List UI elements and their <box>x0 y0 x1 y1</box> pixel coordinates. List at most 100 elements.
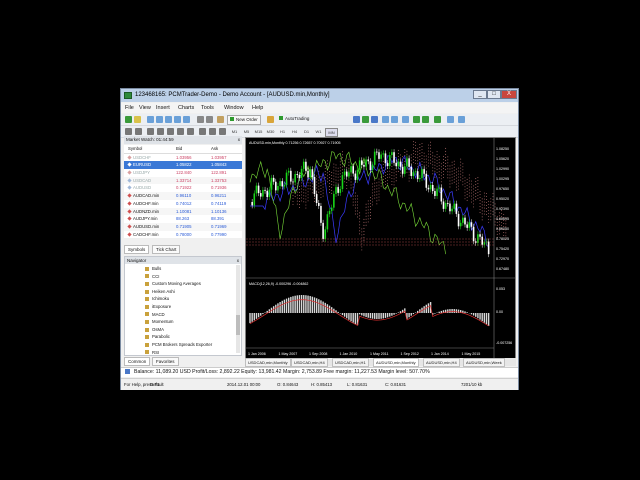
chart-canvas[interactable]: AUDUSD.min,Monthly 0.71256 0.72657 0.709… <box>246 138 515 358</box>
menu-help[interactable]: Help <box>252 105 263 111</box>
navigator-item[interactable]: RSI <box>145 350 159 355</box>
templates-icon[interactable] <box>458 116 465 123</box>
cloud-dot <box>365 212 367 214</box>
line-chart-icon[interactable] <box>371 116 378 123</box>
chart-tab[interactable]: USDCAD,min,Monthly <box>245 358 291 367</box>
new-order-button[interactable]: New Order <box>227 115 261 125</box>
column-header[interactable]: Ask <box>211 145 218 153</box>
data-window-icon[interactable] <box>156 116 163 123</box>
maximize-button[interactable]: □ <box>487 90 501 99</box>
timeframe-mn[interactable]: MN <box>325 128 338 137</box>
options-icon[interactable] <box>206 116 213 123</box>
chart-shift-icon[interactable] <box>422 116 429 123</box>
chart-window[interactable]: AUDUSD.min,Monthly 0.71256 0.72657 0.709… <box>245 137 516 359</box>
tile-windows-icon[interactable] <box>402 116 409 123</box>
scrollbar[interactable] <box>236 265 240 353</box>
cloud-dot <box>365 218 367 220</box>
timeframe-d1[interactable]: D1 <box>301 128 312 135</box>
navigator-item[interactable]: CCI <box>145 274 159 279</box>
fibonacci-icon[interactable] <box>187 128 194 135</box>
menu-file[interactable]: File <box>125 105 134 111</box>
market-watch-row[interactable]: AUDNZD.min 1.10081 1.10136 <box>124 207 242 216</box>
menu-view[interactable]: View <box>139 105 151 111</box>
market-watch-icon[interactable] <box>147 116 154 123</box>
tab-favorites[interactable]: Favorites <box>152 357 179 366</box>
navigator-item[interactable]: Bulls <box>145 266 161 271</box>
timeframe-h4[interactable]: H4 <box>289 128 300 135</box>
close-button[interactable]: X <box>501 90 517 99</box>
market-watch-row[interactable]: AUDUSD 0.71922 0.71936 <box>124 184 242 193</box>
chart-tab[interactable]: USDCAD,min,H4 <box>291 358 328 367</box>
text-icon[interactable] <box>199 128 206 135</box>
cursor-icon[interactable] <box>125 128 132 135</box>
terminal-icon[interactable] <box>174 116 181 123</box>
market-watch-row[interactable]: USDCAD 1.33714 1.33753 <box>124 176 242 185</box>
menu-window[interactable]: Window <box>224 105 244 111</box>
tab-common[interactable]: Common <box>124 357 151 366</box>
vertical-line-icon[interactable] <box>147 128 154 135</box>
new-chart-icon[interactable] <box>125 116 132 123</box>
bar-chart-icon[interactable] <box>353 116 360 123</box>
close-icon[interactable]: x <box>238 136 240 144</box>
trendline-icon[interactable] <box>167 128 174 135</box>
navigator-item[interactable]: Ichimoku <box>145 296 169 301</box>
column-header[interactable]: Symbol <box>128 145 142 153</box>
timeframe-m30[interactable]: M30 <box>265 128 276 135</box>
column-header[interactable]: Bid <box>176 145 182 153</box>
menu-tools[interactable]: Tools <box>201 105 214 111</box>
market-watch-row[interactable]: AUDCHF.min 0.74012 0.74119 <box>124 199 242 208</box>
periods-icon[interactable] <box>447 116 454 123</box>
timeframe-h1[interactable]: H1 <box>277 128 288 135</box>
metaeditor-icon[interactable] <box>217 116 224 123</box>
candlestick-icon[interactable] <box>362 116 369 123</box>
status-profile[interactable]: Default <box>150 379 164 390</box>
timeframe-m5[interactable]: M5 <box>241 128 252 135</box>
crosshair-icon[interactable] <box>135 128 142 135</box>
market-watch-row[interactable]: CADCHF.min 0.78000 0.77990 <box>124 230 242 239</box>
chart-tab-active[interactable]: AUDUSD,min,Monthly <box>373 358 419 367</box>
title-bar[interactable]: 123468165: PCMTrader-Demo - Demo Account… <box>121 89 518 102</box>
menu-charts[interactable]: Charts <box>178 105 194 111</box>
minimize-button[interactable]: _ <box>473 90 487 99</box>
market-watch-row[interactable]: EURUSD 1.05822 1.05843 <box>124 161 242 170</box>
market-watch-row[interactable]: AUDCAD.min 0.96110 0.96211 <box>124 192 242 200</box>
autoscroll-icon[interactable] <box>413 116 420 123</box>
date-label: 1 May 2007 <box>279 352 298 356</box>
navigator-item[interactable]: Custom Moving Averages <box>145 281 201 286</box>
label-icon[interactable] <box>209 128 216 135</box>
channel-icon[interactable] <box>177 128 184 135</box>
chart-tab[interactable]: USDCAD,min,H1 <box>332 358 369 367</box>
timeframe-w1[interactable]: W1 <box>313 128 324 135</box>
zoom-out-icon[interactable] <box>391 116 398 123</box>
navigator-item[interactable]: iExposure <box>145 304 171 309</box>
search-icon[interactable] <box>197 116 204 123</box>
close-icon[interactable]: x <box>237 257 239 264</box>
scrollbar-thumb[interactable] <box>236 315 240 335</box>
chart-tab[interactable]: AUDUSD,min,Week <box>463 358 505 367</box>
navigator-icon[interactable] <box>165 116 172 123</box>
tab-tick-chart[interactable]: Tick Chart <box>152 245 181 254</box>
navigator-item[interactable]: Momentum <box>145 319 174 324</box>
indicators-icon[interactable] <box>434 116 441 123</box>
horizontal-line-icon[interactable] <box>157 128 164 135</box>
market-watch-row[interactable]: AUDUSD.min 0.71905 0.71969 <box>124 222 242 231</box>
navigator-item[interactable]: Parabolic <box>145 334 170 339</box>
tester-icon[interactable] <box>183 116 190 123</box>
market-watch-row[interactable]: USDCHF 1.03956 1.03957 <box>124 153 242 162</box>
expert-icon[interactable] <box>267 116 274 123</box>
navigator-item[interactable]: OsMA <box>145 327 164 332</box>
arrows-icon[interactable] <box>219 128 226 135</box>
zoom-in-icon[interactable] <box>382 116 389 123</box>
timeframe-m15[interactable]: M15 <box>253 128 264 135</box>
navigator-item[interactable]: PCM Brokers Spreads Exporter <box>145 342 212 347</box>
profiles-icon[interactable] <box>134 116 141 123</box>
timeframe-m1[interactable]: M1 <box>229 128 240 135</box>
market-watch-row[interactable]: USDJPY 122.840 122.891 <box>124 169 242 177</box>
navigator-item[interactable]: Heiken Ashi <box>145 289 175 294</box>
navigator-item[interactable]: MACD <box>145 312 165 317</box>
chart-tab[interactable]: AUDUSD,min,H4 <box>423 358 460 367</box>
market-watch-row[interactable]: AUDJPY.min 88.263 88.391 <box>124 215 242 223</box>
tab-symbols[interactable]: Symbols <box>124 245 150 254</box>
autotrading-button[interactable]: AutoTrading <box>277 115 311 123</box>
menu-insert[interactable]: Insert <box>156 105 170 111</box>
